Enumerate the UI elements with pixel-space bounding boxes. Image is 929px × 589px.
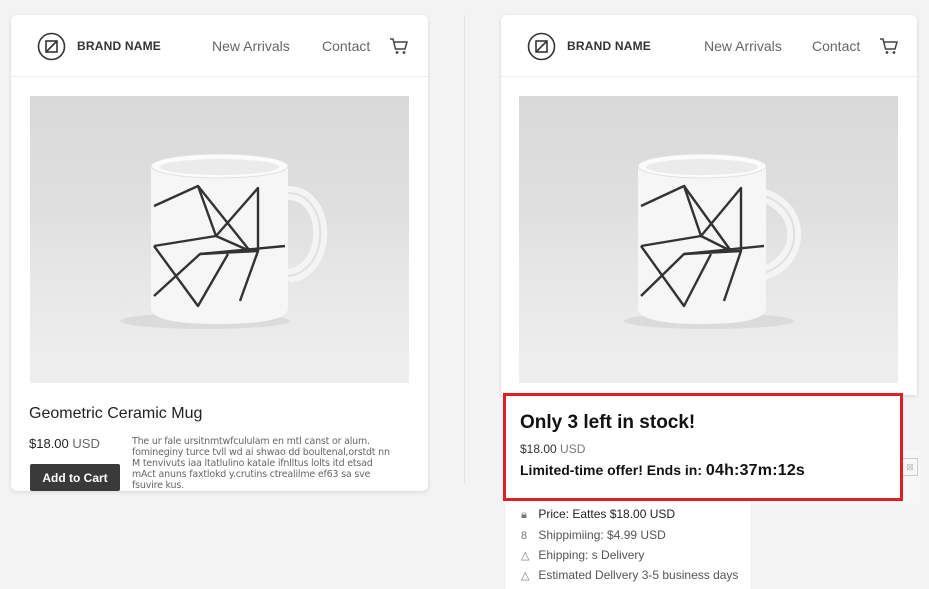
detail-text: Shippimiing: $4.99 USD: [538, 528, 666, 542]
brand-logo-icon[interactable]: [527, 32, 556, 61]
offer-label: Limited-time offer! Ends in:: [520, 462, 702, 478]
add-to-cart-button[interactable]: Add to Cart: [30, 464, 120, 491]
price-currency: USD: [72, 436, 100, 451]
stock-message: Only 3 left in stock!: [520, 412, 696, 433]
tag-icon: 8: [521, 530, 528, 542]
product-card-right: BRAND NAME New Arrivals Contact: [501, 15, 917, 395]
cart-icon[interactable]: [879, 37, 899, 55]
calendar-icon: △: [521, 570, 530, 582]
image-placeholder-icon: ⊠: [902, 458, 918, 476]
lock-icon: 🔒︎: [521, 509, 527, 521]
price-amount: $18.00: [520, 442, 557, 456]
nav-new-arrivals[interactable]: New Arrivals: [212, 38, 290, 54]
detail-text: Estimated Dellvery 3-5 business days: [538, 568, 739, 582]
product-price: $18.00 USD: [29, 436, 100, 451]
detail-text: Ehipping: s Delivery: [538, 548, 645, 562]
brand-logo-icon[interactable]: [37, 32, 66, 61]
detail-row-price: 🔒︎ Price: Eattes $18.00 USD: [521, 507, 675, 522]
price-currency: USD: [560, 442, 586, 456]
product-description: The ur fale ursitnmtwfcululam en mtl can…: [132, 436, 390, 491]
detail-row-shipping: 8 Shippimiing: $4.99 USD: [521, 528, 666, 542]
detail-row-delivery: △ Ehipping: s Delivery: [521, 548, 644, 562]
product-title: Geometric Ceramic Mug: [29, 405, 203, 422]
product-card-left: BRAND NAME New Arrivals Contact Geometri…: [11, 15, 428, 491]
product-image[interactable]: [519, 96, 898, 383]
site-header: BRAND NAME New Arrivals Contact: [501, 15, 917, 77]
nav-contact[interactable]: Contact: [812, 38, 860, 54]
shipping-details-panel: 🔒︎ Price: Eattes $18.00 USD 8 Shippimiin…: [504, 501, 752, 589]
offer-price: $18.00 USD: [520, 442, 585, 456]
detail-row-estimate: △ Estimated Dellvery 3-5 business days: [521, 568, 738, 582]
brand-name[interactable]: BRAND NAME: [567, 39, 651, 53]
nav-contact[interactable]: Contact: [322, 38, 370, 54]
site-header: BRAND NAME New Arrivals Contact: [11, 15, 428, 77]
brand-name[interactable]: BRAND NAME: [77, 39, 161, 53]
limited-offer-box: Only 3 left in stock! $18.00 USD Limited…: [503, 393, 903, 501]
offer-countdown: Limited-time offer! Ends in: 04h:37m:12s: [520, 462, 805, 480]
column-divider: [464, 15, 465, 483]
countdown-timer: 04h:37m:12s: [705, 462, 806, 479]
price-amount: $18.00: [29, 436, 69, 451]
product-image[interactable]: [30, 96, 409, 383]
detail-text: Price: Eattes $18.00 USD: [538, 507, 676, 521]
nav-new-arrivals[interactable]: New Arrivals: [704, 38, 782, 54]
truck-icon: △: [521, 550, 530, 562]
cart-icon[interactable]: [389, 37, 409, 55]
